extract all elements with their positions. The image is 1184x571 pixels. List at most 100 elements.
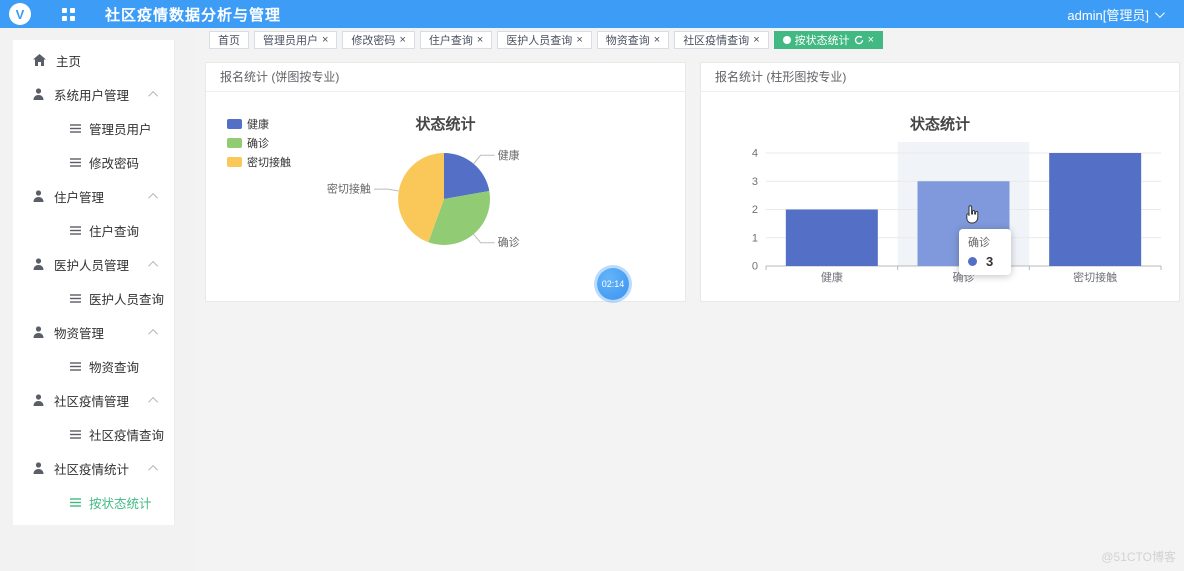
tab-close-icon[interactable]: ×	[753, 35, 759, 46]
tab-3[interactable]: 修改密码 ×	[342, 31, 414, 49]
user-icon	[33, 462, 44, 474]
sidebar-item-3[interactable]: 住户管理	[13, 179, 174, 213]
bar-chart[interactable]: 01234健康确诊密切接触	[721, 142, 1181, 284]
tab-2[interactable]: 管理员用户×	[254, 31, 337, 49]
chevron-up-icon	[148, 328, 158, 338]
app-title: 社区疫情数据分析与管理	[105, 4, 281, 25]
tab-8[interactable]: 按状态统计 ×	[774, 31, 883, 49]
sidebar-subitem-label: 社区疫情查询	[89, 425, 164, 444]
sidebar-item-1[interactable]: 主页	[13, 43, 174, 77]
pie-slice-label: 确诊	[498, 235, 520, 249]
sidebar-subitem[interactable]: 社区疫情查询	[13, 417, 174, 451]
chevron-up-icon	[148, 464, 158, 474]
tab-label: 住户查询	[429, 32, 473, 48]
sidebar-item-4[interactable]: 医护人员管理	[13, 247, 174, 281]
y-axis-tick: 3	[752, 176, 758, 188]
tab-close-icon[interactable]: ×	[654, 35, 660, 46]
pie-slice-label: 密切接触	[327, 182, 371, 196]
list-icon	[70, 362, 81, 371]
sidebar-subitem-label: 医护人员查询	[89, 289, 164, 308]
tab-refresh-icon[interactable]	[854, 35, 864, 45]
sidebar-item-label: 主页	[56, 51, 81, 70]
sidebar-menu: 主页系统用户管理管理员用户修改密码住户管理住户查询医护人员管理医护人员查询物资管…	[13, 40, 175, 525]
tab-label: 医护人员查询	[506, 32, 572, 48]
tab-label: 首页	[218, 32, 240, 48]
bar-健康[interactable]	[786, 210, 878, 267]
app-logo-icon[interactable]: V	[9, 3, 31, 25]
tab-close-icon[interactable]: ×	[322, 35, 328, 46]
list-icon	[70, 158, 81, 167]
sidebar: 主页系统用户管理管理员用户修改密码住户管理住户查询医护人员管理医护人员查询物资管…	[0, 28, 196, 571]
pie-panel-title: 报名统计 (饼图按专业)	[206, 63, 685, 92]
sidebar-subitem[interactable]: 物资查询	[13, 349, 174, 383]
tab-4[interactable]: 住户查询 ×	[420, 31, 492, 49]
tab-close-icon[interactable]: ×	[399, 35, 405, 46]
sidebar-item-label: 住户管理	[54, 187, 104, 206]
pie-panel: 报名统计 (饼图按专业) 状态统计 健康确诊密切接触 健康确诊密切接触 02:1…	[205, 62, 686, 302]
pie-slice-健康[interactable]	[444, 153, 489, 199]
list-icon	[70, 226, 81, 235]
x-axis-label: 密切接触	[1073, 270, 1117, 284]
pie-chart-area: 状态统计 健康确诊密切接触 健康确诊密切接触 02:14	[206, 92, 685, 301]
tab-label: 按状态统计	[795, 32, 850, 48]
pie-label-line	[474, 234, 495, 243]
sidebar-subitem[interactable]: 管理员用户	[13, 111, 174, 145]
tab-label: 物资查询	[606, 32, 650, 48]
pie-slice-label: 健康	[498, 148, 520, 162]
sidebar-subitem[interactable]: 按状态统计	[13, 485, 174, 519]
sidebar-subitem-label: 按状态统计	[89, 493, 152, 512]
sidebar-subitem[interactable]: 住户查询	[13, 213, 174, 247]
home-icon	[33, 54, 46, 66]
chevron-up-icon	[148, 260, 158, 270]
user-icon	[33, 88, 44, 100]
tab-label: 社区疫情查询	[683, 32, 749, 48]
tab-7[interactable]: 社区疫情查询 ×	[674, 31, 768, 49]
sidebar-item-6[interactable]: 社区疫情管理	[13, 383, 174, 417]
tooltip-series-dot	[968, 257, 977, 266]
tab-5[interactable]: 医护人员查询 ×	[497, 31, 591, 49]
tab-close-icon[interactable]: ×	[477, 35, 483, 46]
tab-close-icon[interactable]: ×	[576, 35, 582, 46]
sidebar-subitem-label: 修改密码	[89, 153, 139, 172]
sidebar-item-label: 社区疫情统计	[54, 459, 129, 478]
sidebar-subitem-label: 管理员用户	[89, 119, 152, 138]
sidebar-subitem-label: 住户查询	[89, 221, 139, 240]
timer-badge[interactable]: 02:14	[597, 268, 629, 300]
sidebar-item-label: 物资管理	[54, 323, 104, 342]
dashboard-grid-icon[interactable]	[62, 8, 75, 21]
tooltip-value: 3	[986, 254, 993, 269]
y-axis-tick: 1	[752, 232, 758, 244]
user-dropdown[interactable]: admin[管理员]	[1067, 5, 1162, 24]
pie-label-line	[474, 155, 495, 164]
list-icon	[70, 498, 81, 507]
bar-panel: 报名统计 (柱形图按专业) 状态统计 01234健康确诊密切接触 确诊 3	[700, 62, 1180, 302]
sidebar-item-label: 医护人员管理	[54, 255, 129, 274]
sidebar-item-7[interactable]: 社区疫情统计	[13, 451, 174, 485]
chevron-up-icon	[148, 396, 158, 406]
tab-close-icon[interactable]: ×	[868, 35, 874, 46]
sidebar-subitem[interactable]: 医护人员查询	[13, 281, 174, 315]
bar-密切接触[interactable]	[1049, 153, 1141, 266]
app-header: V 社区疫情数据分析与管理 admin[管理员]	[0, 0, 1184, 28]
user-name: admin[管理员]	[1067, 5, 1149, 24]
chevron-up-icon	[148, 192, 158, 202]
list-icon	[70, 430, 81, 439]
tab-6[interactable]: 物资查询 ×	[597, 31, 669, 49]
sidebar-subitem[interactable]: 修改密码	[13, 145, 174, 179]
x-axis-label: 健康	[821, 270, 843, 284]
sidebar-item-5[interactable]: 物资管理	[13, 315, 174, 349]
sidebar-item-label: 系统用户管理	[54, 85, 129, 104]
bar-panel-title: 报名统计 (柱形图按专业)	[701, 63, 1179, 92]
hand-cursor-icon	[963, 205, 980, 225]
timer-text: 02:14	[602, 279, 625, 289]
sidebar-item-2[interactable]: 系统用户管理	[13, 77, 174, 111]
tab-1[interactable]: 首页	[209, 31, 249, 49]
logo-letter: V	[16, 7, 25, 22]
user-icon	[33, 258, 44, 270]
tab-label: 修改密码	[351, 32, 395, 48]
sidebar-subitem-label: 物资查询	[89, 357, 139, 376]
list-icon	[70, 294, 81, 303]
chart-tooltip: 确诊 3	[959, 229, 1011, 275]
active-tab-dot	[783, 36, 791, 44]
user-icon	[33, 190, 44, 202]
